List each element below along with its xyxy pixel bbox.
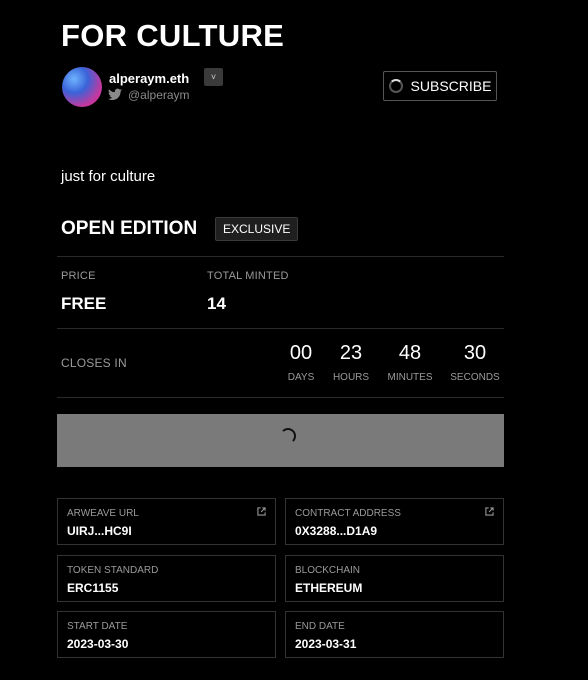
divider xyxy=(57,397,504,398)
card-value: 2023-03-30 xyxy=(67,637,129,651)
description: just for culture xyxy=(61,168,156,185)
start-date-card: START DATE 2023-03-30 xyxy=(57,611,276,658)
avatar[interactable] xyxy=(62,67,102,107)
page-title: FOR CULTURE xyxy=(61,18,285,53)
contract-address-card[interactable]: CONTRACT ADDRESS 0X3288...D1A9 xyxy=(285,498,504,545)
subscribe-button[interactable]: SUBSCRIBE xyxy=(383,71,497,101)
card-value: ERC1155 xyxy=(67,581,119,595)
card-label: CONTRACT ADDRESS xyxy=(295,508,401,519)
card-label: END DATE xyxy=(295,621,345,632)
card-value: ETHEREUM xyxy=(295,581,363,595)
countdown-minutes-value: 48 xyxy=(398,342,422,364)
card-value: UIRJ...HC9I xyxy=(67,524,132,538)
spinner-icon xyxy=(280,428,296,444)
countdown-minutes-label: MINUTES xyxy=(387,372,433,383)
exclusive-badge: EXCLUSIVE xyxy=(215,217,299,241)
arweave-url-card[interactable]: ARWEAVE URL UIRJ...HC9I xyxy=(57,498,276,545)
twitter-handle[interactable]: @alperaym xyxy=(128,88,190,102)
closes-in-label: CLOSES IN xyxy=(61,356,127,370)
blockchain-card: BLOCKCHAIN ETHEREUM xyxy=(285,555,504,602)
countdown-hours-label: HOURS xyxy=(332,372,370,383)
spinner-icon xyxy=(388,79,403,93)
twitter-icon[interactable] xyxy=(108,88,122,101)
price-value: FREE xyxy=(61,294,107,313)
countdown-seconds-label: SECONDS xyxy=(450,372,500,383)
card-value: 2023-03-31 xyxy=(295,637,357,651)
edition-type: OPEN EDITION xyxy=(61,218,198,239)
countdown-seconds-value: 30 xyxy=(463,342,487,364)
author-name[interactable]: alperaym.eth xyxy=(109,71,189,86)
author-dropdown-button[interactable]: ˅ xyxy=(204,68,223,86)
token-standard-card: TOKEN STANDARD ERC1155 xyxy=(57,555,276,602)
card-label: BLOCKCHAIN xyxy=(295,565,361,576)
total-minted-label: TOTAL MINTED xyxy=(207,270,289,282)
card-label: TOKEN STANDARD xyxy=(67,565,159,576)
end-date-card: END DATE 2023-03-31 xyxy=(285,611,504,658)
divider xyxy=(57,328,504,329)
card-label: ARWEAVE URL xyxy=(67,508,139,519)
card-value: 0X3288...D1A9 xyxy=(295,524,378,538)
external-link-icon[interactable] xyxy=(485,507,494,516)
countdown-hours-value: 23 xyxy=(339,342,363,364)
total-minted-value: 14 xyxy=(207,294,226,313)
divider xyxy=(57,256,504,257)
external-link-icon[interactable] xyxy=(257,507,266,516)
price-label: PRICE xyxy=(61,270,96,282)
chevron-down-icon: ˅ xyxy=(210,72,217,82)
subscribe-label: SUBSCRIBE xyxy=(410,78,492,94)
card-label: START DATE xyxy=(67,621,128,632)
